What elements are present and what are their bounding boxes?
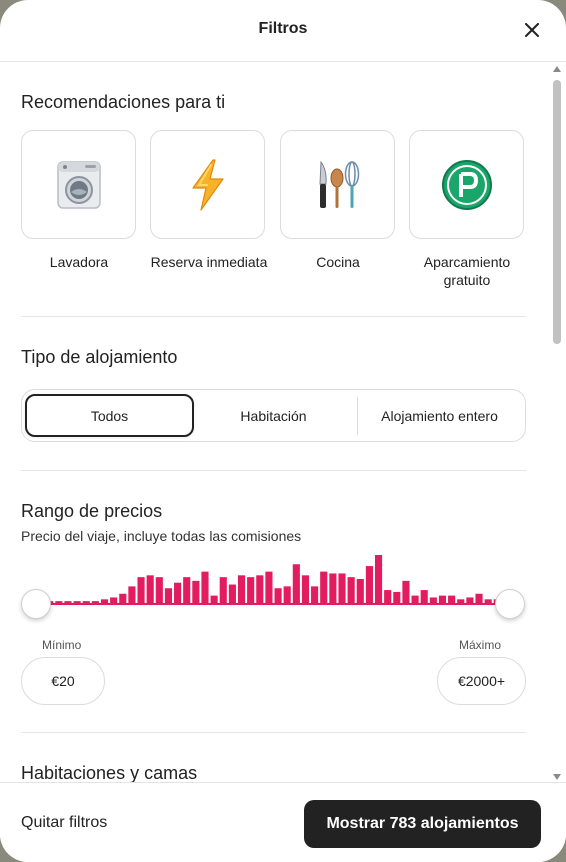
lodging-option-all[interactable]: Todos [25, 394, 194, 437]
rec-card-parking[interactable] [409, 130, 524, 239]
histogram-bar [256, 575, 264, 603]
parking-icon [441, 159, 492, 210]
modal-header: Filtros [0, 0, 566, 62]
histogram-bar [329, 573, 337, 603]
lodging-type-title: Tipo de alojamiento [21, 347, 178, 367]
price-range-title: Rango de precios [21, 501, 163, 521]
rec-label-kitchen: Cocina [316, 254, 360, 270]
histogram-bar [402, 580, 410, 603]
scroll-up-arrow[interactable] [553, 66, 561, 72]
histogram-bar [411, 595, 419, 603]
histogram-bar [210, 595, 218, 603]
close-icon[interactable] [520, 18, 544, 42]
histogram-bar [301, 575, 310, 603]
histogram-bar [320, 571, 328, 603]
histogram-bar [292, 564, 300, 603]
modal-footer: Quitar filtros Mostrar 783 alojamientos [0, 782, 566, 862]
histogram-bar [174, 582, 182, 603]
histogram-bar [311, 586, 319, 603]
histogram-bar [137, 577, 145, 603]
min-price-input[interactable]: €20 [21, 657, 105, 705]
washing-machine-icon [56, 160, 101, 209]
lodging-type-selector: Todos Habitación Alojamiento entero [21, 389, 526, 442]
rec-label-instant-book: Reserva inmediata [150, 254, 268, 270]
rec-label-washer: Lavadora [49, 254, 109, 270]
histogram-bar [237, 575, 246, 603]
histogram-bar [119, 593, 127, 603]
histogram-bar [384, 590, 392, 603]
max-price-input[interactable]: €2000+ [437, 657, 526, 705]
histogram-bar [283, 586, 291, 603]
histogram-bar [393, 591, 401, 603]
divider [21, 732, 526, 733]
histogram-bar [265, 571, 273, 603]
histogram-bar [192, 580, 200, 603]
histogram-bar [374, 555, 383, 603]
histogram-bar [365, 566, 373, 603]
histogram-bar [438, 595, 447, 603]
histogram-bar [219, 577, 227, 603]
price-max-handle[interactable] [495, 589, 525, 619]
histogram-bar [183, 577, 191, 603]
modal-title: Filtros [258, 20, 308, 37]
rec-card-kitchen[interactable] [280, 130, 395, 239]
histogram-bar [155, 577, 163, 603]
histogram-bar [164, 588, 173, 603]
lodging-option-entire[interactable]: Alojamiento entero [358, 390, 521, 441]
histogram-bar [274, 588, 282, 603]
rooms-beds-title: Habitaciones y camas [21, 763, 198, 782]
price-histogram [37, 555, 510, 603]
divider [21, 470, 526, 471]
histogram-bar [247, 577, 255, 603]
price-range-subtitle: Precio del viaje, incluye todas las comi… [21, 528, 302, 544]
histogram-bar [356, 579, 364, 603]
scrollbar[interactable] [552, 66, 562, 780]
histogram-bar [338, 573, 346, 603]
histogram-bar [347, 577, 355, 603]
scrollbar-thumb[interactable] [553, 80, 561, 344]
histogram-bar [420, 590, 428, 603]
histogram-bar [228, 584, 236, 603]
histogram-bar [146, 575, 154, 603]
min-label: Mínimo [42, 638, 82, 652]
histogram-bar [448, 595, 456, 603]
price-min-handle[interactable] [21, 589, 51, 619]
show-results-button[interactable]: Mostrar 783 alojamientos [304, 800, 541, 848]
divider [21, 316, 526, 317]
lodging-option-room[interactable]: Habitación [192, 390, 355, 441]
filters-modal: Filtros Recomendaciones para ti Lavadora… [0, 0, 566, 862]
max-label: Máximo [459, 638, 502, 652]
recommendations-title: Recomendaciones para ti [21, 92, 226, 112]
scroll-down-arrow[interactable] [553, 774, 561, 780]
lightning-icon [191, 158, 224, 211]
histogram-bar [475, 593, 483, 603]
price-slider-track [36, 603, 511, 605]
filters-content[interactable]: Recomendaciones para ti Lavadora Reserva… [0, 62, 566, 782]
kitchen-utensils-icon [318, 160, 359, 208]
rec-label-parking: Aparcamiento gratuito [423, 254, 511, 288]
rec-card-washer[interactable] [21, 130, 136, 239]
histogram-bar [128, 586, 136, 603]
clear-filters-button[interactable]: Quitar filtros [21, 814, 107, 832]
rec-card-instant-book[interactable] [150, 130, 265, 239]
histogram-bar [201, 571, 209, 603]
